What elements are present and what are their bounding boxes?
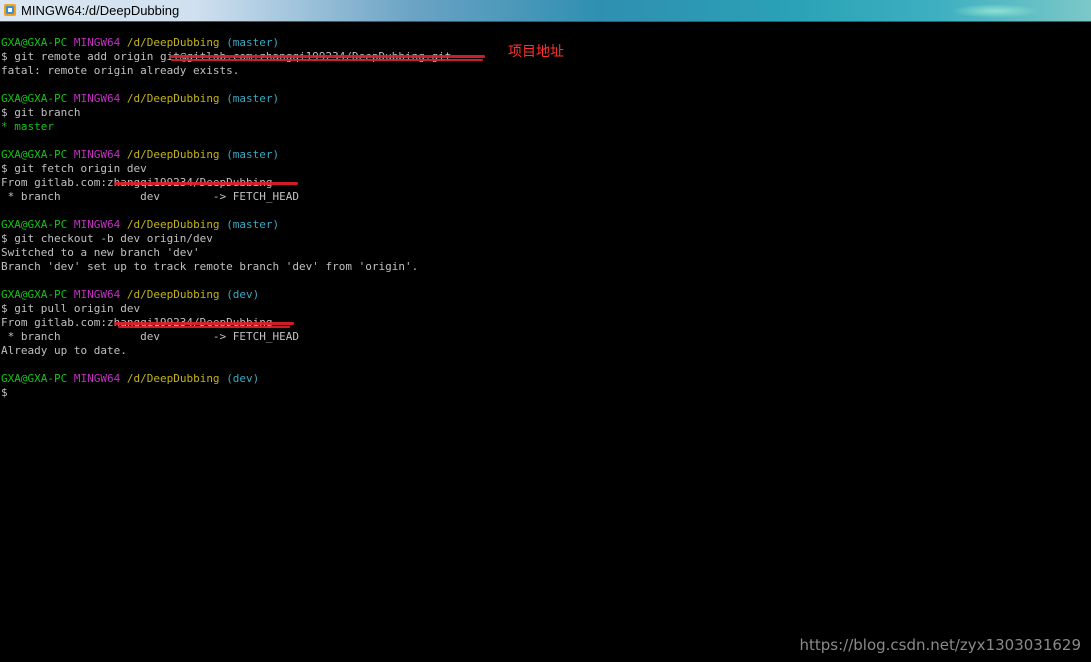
command-text: $ git remote add origin — [1, 50, 160, 63]
prompt-branch: (master) — [226, 92, 280, 105]
project-address-annotation: 项目地址 — [508, 44, 564, 60]
output-line: fatal: remote origin already exists. — [1, 64, 240, 77]
prompt-path: /d/DeepDubbing — [126, 218, 220, 231]
prompt-path: /d/DeepDubbing — [126, 288, 220, 301]
output-line: * branch dev -> FETCH_HEAD — [1, 190, 300, 203]
prompt-user: GXA@GXA-PC — [1, 92, 68, 105]
prompt-line: GXA@GXA-PC MINGW64 /d/DeepDubbing (dev) — [1, 288, 1086, 302]
command-line: $ git branch — [1, 106, 81, 119]
prompt-path: /d/DeepDubbing — [126, 372, 220, 385]
prompt-system: MINGW64 — [73, 288, 121, 301]
prompt-user: GXA@GXA-PC — [1, 148, 68, 161]
current-branch-output: * master — [1, 120, 54, 133]
prompt-system: MINGW64 — [73, 36, 121, 49]
git-bash-icon[interactable] — [3, 3, 17, 17]
window-title-bar[interactable]: MINGW64:/d/DeepDubbing — [0, 0, 1091, 22]
prompt-branch: (master) — [226, 148, 280, 161]
prompt-line: GXA@GXA-PC MINGW64 /d/DeepDubbing (maste… — [1, 218, 1086, 232]
text-cursor — [8, 387, 15, 399]
redaction-mark-remote-url — [171, 59, 483, 61]
output-line: Branch 'dev' set up to track remote bran… — [1, 260, 419, 273]
prompt-branch: (master) — [226, 218, 280, 231]
prompt-line: GXA@GXA-PC MINGW64 /d/DeepDubbing (maste… — [1, 148, 1086, 162]
prompt-branch: (dev) — [226, 288, 260, 301]
prompt-user: GXA@GXA-PC — [1, 372, 68, 385]
prompt-path: /d/DeepDubbing — [126, 36, 220, 49]
window-title: MINGW64:/d/DeepDubbing — [21, 3, 180, 18]
prompt-system: MINGW64 — [73, 218, 121, 231]
prompt-symbol: $ — [1, 386, 8, 399]
active-command-line[interactable]: $ — [1, 386, 1086, 400]
prompt-path: /d/DeepDubbing — [126, 148, 220, 161]
output-line: Switched to a new branch 'dev' — [1, 246, 200, 259]
prompt-user: GXA@GXA-PC — [1, 36, 68, 49]
watermark: https://blog.csdn.net/zyx1303031629 — [799, 636, 1081, 654]
output-line: Already up to date. — [1, 344, 127, 357]
prompt-line: GXA@GXA-PC MINGW64 /d/DeepDubbing (dev) — [1, 372, 1086, 386]
prompt-system: MINGW64 — [73, 92, 121, 105]
prompt-branch: (master) — [226, 36, 280, 49]
output-line: * branch dev -> FETCH_HEAD — [1, 330, 300, 343]
prompt-path: /d/DeepDubbing — [126, 92, 220, 105]
prompt-user: GXA@GXA-PC — [1, 288, 68, 301]
command-line: $ git pull origin dev — [1, 302, 141, 315]
command-line: $ git fetch origin dev — [1, 162, 147, 175]
prompt-user: GXA@GXA-PC — [1, 218, 68, 231]
prompt-system: MINGW64 — [73, 372, 121, 385]
prompt-branch: (dev) — [226, 372, 260, 385]
redaction-mark-pull-url — [114, 322, 294, 325]
redaction-mark-fetch-url — [114, 182, 298, 185]
terminal-output[interactable]: GXA@GXA-PC MINGW64 /d/DeepDubbing (maste… — [1, 36, 1086, 656]
redaction-mark-pull-url — [118, 326, 290, 328]
title-bar-glow — [950, 4, 1040, 18]
redaction-mark-remote-url — [169, 55, 485, 58]
command-line: $ git checkout -b dev origin/dev — [1, 232, 213, 245]
prompt-line: GXA@GXA-PC MINGW64 /d/DeepDubbing (maste… — [1, 92, 1086, 106]
prompt-system: MINGW64 — [73, 148, 121, 161]
